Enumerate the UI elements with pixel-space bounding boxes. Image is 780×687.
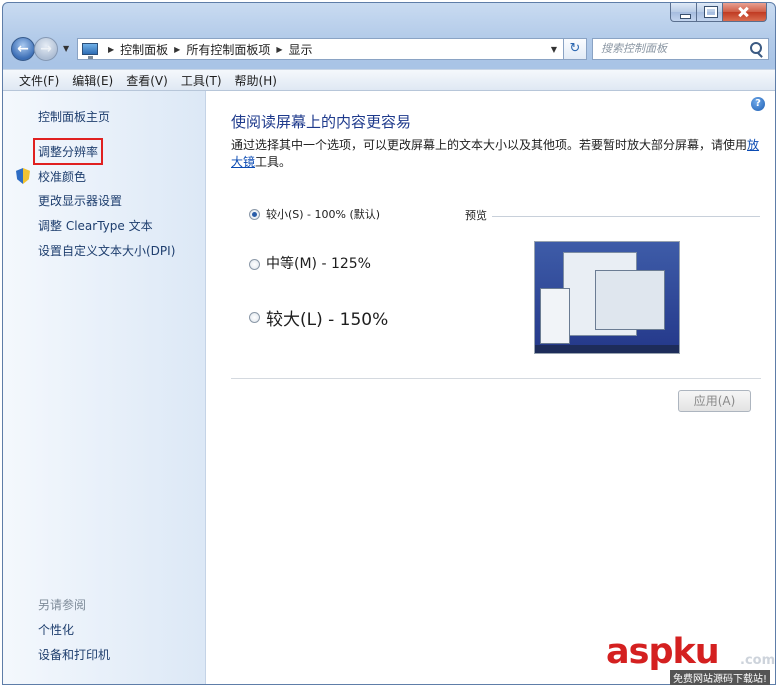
menu-view[interactable]: 查看(V) [126, 72, 168, 89]
history-dropdown-icon[interactable]: ▼ [63, 44, 69, 53]
see-also-heading: 另请参阅 [38, 598, 87, 612]
description-suffix: 工具。 [255, 155, 292, 169]
preview-window [540, 288, 570, 344]
preview-image [534, 241, 680, 354]
radio-medium[interactable] [249, 259, 260, 270]
preview-divider [492, 216, 760, 217]
navigation-bar: ← → ▼ ▶ 控制面板 ▶ 所有控制面板项 ▶ 显示 ▼ ↻ 搜索控制面板 [11, 36, 769, 64]
breadcrumb-item[interactable]: 所有控制面板项 [186, 41, 270, 58]
maximize-icon[interactable] [697, 3, 723, 22]
breadcrumb-separator-icon[interactable]: ▶ [276, 45, 282, 54]
back-arrow-icon[interactable]: ← [11, 37, 35, 61]
sidebar-link-calibrate-color[interactable]: 校准颜色 [38, 168, 86, 185]
watermark-logo: aspku .com 免费网站源码下载站! [606, 632, 778, 686]
option-label-larger[interactable]: 较大(L) - 150% [266, 305, 388, 330]
refresh-icon[interactable]: ↻ [563, 38, 587, 60]
menu-edit[interactable]: 编辑(E) [72, 72, 113, 89]
apply-button[interactable]: 应用(A) [678, 390, 751, 412]
task-sidebar: 控制面板主页 调整分辨率 校准颜色 更改显示器设置 调整 ClearType 文… [3, 91, 206, 684]
watermark-brand: aspku [606, 632, 720, 672]
description-text: 通过选择其中一个选项，可以更改屏幕上的文本大小以及其他项。若要暂时放大部分屏幕，… [231, 138, 748, 152]
breadcrumb-item[interactable]: 控制面板 [120, 41, 168, 58]
sidebar-link-cleartype[interactable]: 调整 ClearType 文本 [38, 217, 153, 234]
watermark-tagline: 免费网站源码下载站! [670, 670, 771, 685]
help-icon[interactable]: ? [751, 97, 765, 111]
option-label-smaller[interactable]: 较小(S) - 100% (默认) [266, 206, 380, 222]
watermark-tld: .com [740, 653, 776, 668]
breadcrumb-item[interactable]: 显示 [289, 41, 313, 58]
close-icon[interactable] [723, 3, 767, 22]
preview-label: 预览 [465, 209, 487, 222]
search-placeholder: 搜索控制面板 [601, 42, 667, 55]
search-icon[interactable] [750, 42, 762, 54]
control-panel-window: ← → ▼ ▶ 控制面板 ▶ 所有控制面板项 ▶ 显示 ▼ ↻ 搜索控制面板 文… [2, 2, 776, 685]
caption-buttons [670, 3, 767, 22]
breadcrumb-separator-icon[interactable]: ▶ [108, 45, 114, 54]
preview-taskbar [535, 345, 679, 353]
forward-arrow-icon[interactable]: → [34, 37, 58, 61]
radio-larger[interactable] [249, 312, 260, 323]
page-description: 通过选择其中一个选项，可以更改屏幕上的文本大小以及其他项。若要暂时放大部分屏幕，… [231, 137, 761, 171]
menu-file[interactable]: 文件(F) [19, 72, 59, 89]
menu-bar: 文件(F) 编辑(E) 查看(V) 工具(T) 帮助(H) [3, 69, 775, 91]
option-label-medium[interactable]: 中等(M) - 125% [266, 253, 371, 273]
sidebar-link-devices-printers[interactable]: 设备和打印机 [38, 646, 110, 663]
main-content: ? 使阅读屏幕上的内容更容易 通过选择其中一个选项，可以更改屏幕上的文本大小以及… [206, 91, 775, 684]
sidebar-link-home[interactable]: 控制面板主页 [38, 108, 110, 125]
minimize-icon[interactable] [670, 3, 697, 22]
sidebar-link-adjust-resolution[interactable]: 调整分辨率 [32, 138, 104, 165]
search-input[interactable]: 搜索控制面板 [592, 38, 769, 60]
menu-help[interactable]: 帮助(H) [235, 72, 277, 89]
sidebar-link-display-settings[interactable]: 更改显示器设置 [38, 192, 122, 209]
shield-icon [16, 168, 30, 184]
section-divider [231, 378, 761, 379]
radio-smaller[interactable] [249, 209, 260, 220]
page-title: 使阅读屏幕上的内容更容易 [231, 113, 412, 131]
sidebar-link-custom-dpi[interactable]: 设置自定义文本大小(DPI) [38, 242, 175, 259]
preview-window [595, 270, 665, 330]
address-dropdown-icon[interactable]: ▼ [551, 45, 557, 54]
control-panel-icon [82, 43, 98, 59]
address-bar[interactable]: ▶ 控制面板 ▶ 所有控制面板项 ▶ 显示 ▼ [77, 38, 564, 60]
sidebar-link-personalization[interactable]: 个性化 [38, 621, 74, 638]
breadcrumb-separator-icon[interactable]: ▶ [174, 45, 180, 54]
menu-tools[interactable]: 工具(T) [181, 72, 222, 89]
